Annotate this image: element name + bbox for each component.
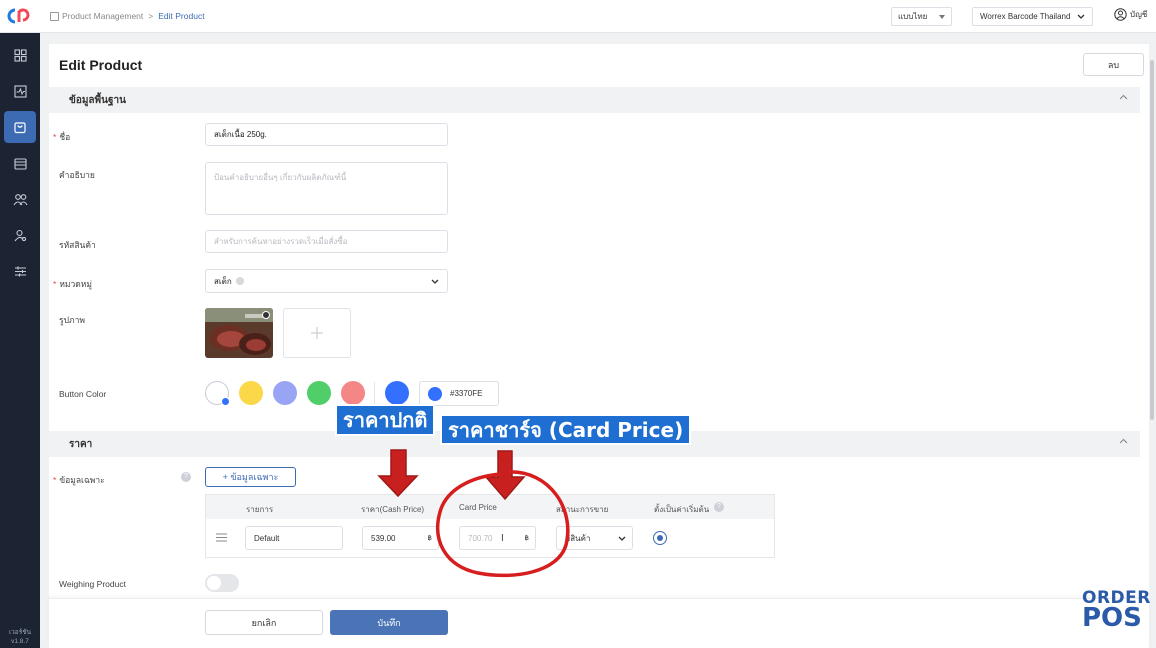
- annotation-layer: [377, 449, 570, 578]
- brand-bottom: POS: [1082, 603, 1142, 633]
- arrow-down-icon: [377, 449, 419, 498]
- orderpos-logo: ORDER POS: [1082, 590, 1150, 633]
